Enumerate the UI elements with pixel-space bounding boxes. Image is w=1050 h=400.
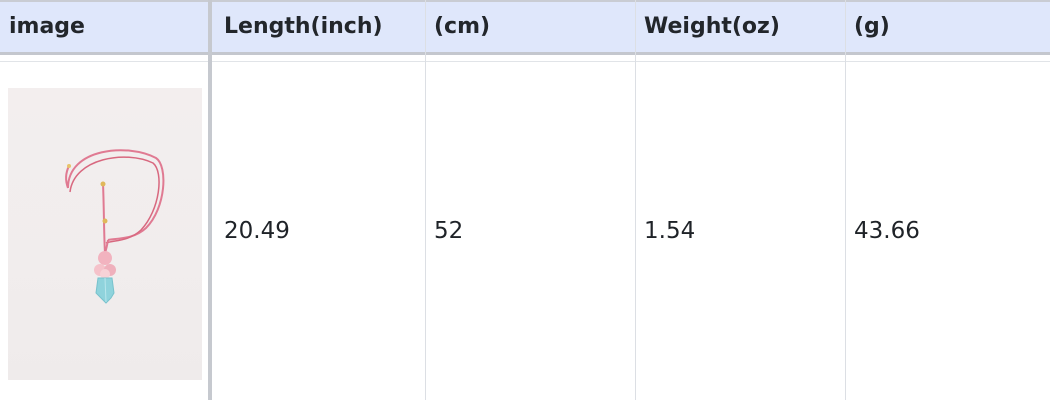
frozen-column-divider[interactable] [208, 0, 212, 400]
column-header-weight-g[interactable]: (g) [845, 2, 1050, 52]
product-image[interactable] [8, 88, 202, 380]
necklace-image [65, 149, 165, 304]
header-row: image Length(inch) (cm) Weight(oz) (g) [0, 0, 1050, 55]
cell-length-inch[interactable]: 20.49 [215, 62, 425, 400]
column-header-weight-oz[interactable]: Weight(oz) [635, 2, 845, 52]
cell-weight-g[interactable]: 43.66 [845, 62, 1050, 400]
spreadsheet: image Length(inch) (cm) Weight(oz) (g) 2… [0, 0, 1050, 400]
cell-weight-oz[interactable]: 1.54 [635, 62, 845, 400]
cell-length-cm[interactable]: 52 [425, 62, 635, 400]
column-header-image[interactable]: image [0, 2, 210, 52]
column-header-length-cm[interactable]: (cm) [425, 2, 635, 52]
column-header-length-inch[interactable]: Length(inch) [215, 2, 425, 52]
